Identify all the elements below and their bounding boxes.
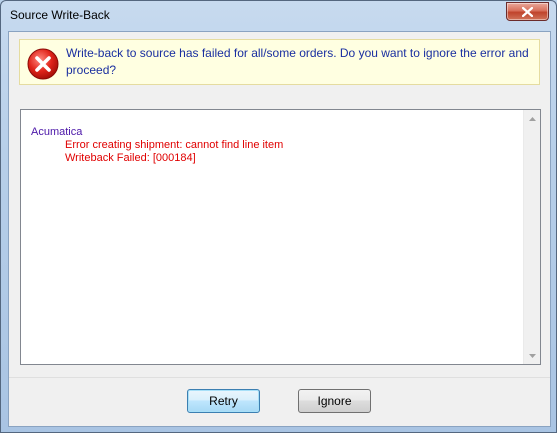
banner-message: Write-back to source has failed for all/… xyxy=(66,46,529,77)
dialog-body: Write-back to source has failed for all/… xyxy=(8,31,551,427)
window-title: Source Write-Back xyxy=(10,8,110,22)
vertical-scrollbar[interactable] xyxy=(523,110,540,364)
log-line: Error creating shipment: cannot find lin… xyxy=(65,139,284,151)
message-banner: Write-back to source has failed for all/… xyxy=(19,39,540,85)
close-button[interactable] xyxy=(506,2,549,21)
title-bar[interactable]: Source Write-Back xyxy=(1,1,556,31)
close-icon xyxy=(522,6,533,17)
scroll-down-button[interactable] xyxy=(524,347,540,364)
dialog-window: Source Write-Back Write-back to source h… xyxy=(0,0,557,433)
error-log-content: Acumatica Error creating shipment: canno… xyxy=(21,110,523,364)
arrow-up-icon xyxy=(528,116,536,121)
ignore-button[interactable]: Ignore xyxy=(298,389,371,413)
log-line: Writeback Failed: [000184] xyxy=(65,152,196,164)
arrow-down-icon xyxy=(528,353,536,358)
error-icon xyxy=(27,48,59,80)
button-bar: Retry Ignore xyxy=(9,377,550,426)
scroll-up-button[interactable] xyxy=(524,110,540,127)
error-log-box[interactable]: Acumatica Error creating shipment: canno… xyxy=(20,109,541,365)
log-source-label: Acumatica xyxy=(31,126,83,138)
retry-button[interactable]: Retry xyxy=(187,389,260,413)
